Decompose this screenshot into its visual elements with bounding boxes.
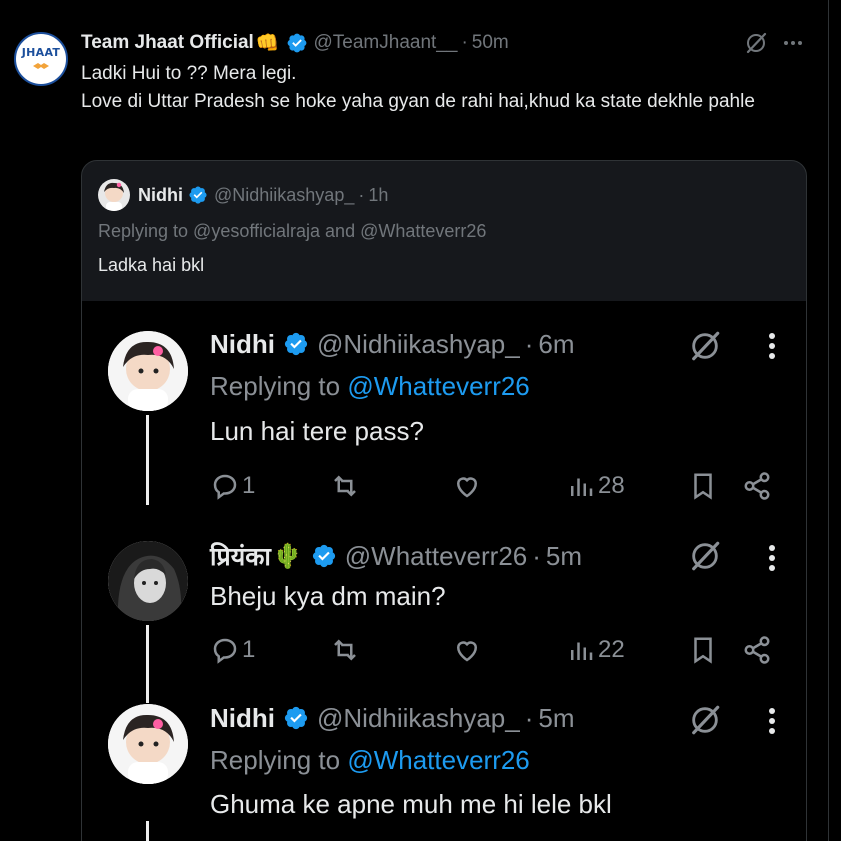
separator-dot: ·: [524, 328, 534, 359]
author-name: Nidhi: [210, 328, 275, 359]
replying-to: Replying to @Whatteverr26: [210, 371, 530, 402]
attached-screenshot[interactable]: Nidhi @Nidhiikashyap_ · 6m Replying to @…: [82, 301, 806, 841]
views-count: 28: [598, 472, 625, 499]
author-handle: @Nidhiikashyap_: [317, 328, 520, 359]
views-icon: [571, 642, 593, 660]
verified-badge-icon: [284, 706, 308, 730]
avatar: [98, 179, 130, 211]
tweet-text: Ghuma ke apne muh me hi lele bkl: [210, 789, 612, 819]
share-icon: [744, 472, 770, 500]
author-handle: @Nidhiikashyap_: [317, 702, 520, 733]
avatar: [108, 331, 188, 411]
thread-line: [146, 625, 149, 703]
share-action: [742, 633, 772, 667]
reply-icon: [213, 638, 237, 664]
separator-dot: ·: [532, 540, 541, 571]
timestamp[interactable]: 50m: [472, 32, 509, 54]
grok-icon[interactable]: [744, 31, 768, 55]
tweet-header: Nidhi @Nidhiikashyap_ · 6m: [210, 327, 575, 361]
tweet-header: Nidhi @Nidhiikashyap_ · 5m: [210, 701, 575, 735]
handshake-icon: [33, 63, 49, 69]
verified-badge-icon: [189, 186, 207, 204]
views-icon: [571, 478, 593, 496]
timestamp: 5m: [538, 702, 575, 733]
tweet-text: Bheju kya dm main?: [210, 581, 446, 611]
verified-badge-icon: [287, 33, 306, 53]
action-bar: 1 22: [210, 633, 770, 667]
views-action: 28: [566, 469, 625, 503]
replying-prefix: Replying to: [210, 371, 348, 401]
separator-dot: ·: [524, 702, 534, 733]
repost-icon: [334, 639, 356, 661]
share-action: [742, 469, 772, 503]
replying-prefix: Replying to: [210, 745, 348, 775]
repost-action: [330, 633, 360, 667]
verified-badge-icon: [312, 544, 335, 568]
replying-to: Replying to @Whatteverr26: [210, 745, 530, 776]
verified-badge-icon: [284, 332, 308, 356]
author-handle[interactable]: @TeamJhaant__: [314, 32, 458, 54]
more-options-icon: [769, 708, 775, 734]
reply-icon: [213, 474, 237, 500]
views-count: 22: [598, 636, 625, 663]
tweet-header: Team Jhaat Official 👊 @TeamJhaant__ · 50…: [81, 30, 509, 56]
reply-action: 1: [210, 469, 255, 503]
like-action: [452, 633, 482, 667]
avatar: [108, 541, 188, 621]
separator-dot: ·: [461, 32, 468, 53]
quoted-tweet-card[interactable]: Nidhi @Nidhiikashyap_ · 1h Replying to @…: [81, 160, 807, 841]
author-name[interactable]: Team Jhaat Official: [81, 32, 254, 54]
like-action: [452, 469, 482, 503]
thread-line: [146, 415, 149, 505]
tweet-text-line: Love di Uttar Pradesh se hoke yaha gyan …: [81, 91, 755, 112]
repost-icon: [334, 475, 356, 497]
timestamp: 1h: [368, 184, 389, 205]
bookmark-action: [688, 469, 718, 503]
bookmark-icon: [694, 637, 712, 664]
author-handle: @Whatteverr26: [344, 540, 528, 571]
repost-action: [330, 469, 360, 503]
replying-to: Replying to @yesofficialraja and @Whatte…: [98, 221, 487, 241]
timestamp: 6m: [538, 328, 575, 359]
quoted-tweet-text: Ladka hai bkl: [98, 255, 205, 275]
author-handle[interactable]: @Nidhiikashyap_: [214, 185, 354, 206]
tweet-text: Lun hai tere pass?: [210, 416, 424, 446]
author-name: Nidhi: [210, 702, 275, 733]
column-divider: [828, 0, 829, 841]
reply-count: 1: [242, 636, 256, 663]
author-name: प्रियंका: [210, 542, 271, 571]
avatar-logo-text: JHAAT: [21, 46, 61, 59]
share-icon: [744, 636, 770, 664]
reply-action: 1: [210, 633, 255, 667]
avatar: [108, 704, 188, 784]
bookmark-icon: [694, 473, 712, 500]
cactus-emoji: 🌵: [272, 542, 303, 570]
mention-link: @Whatteverr26: [347, 745, 530, 775]
timestamp: 5m: [545, 540, 583, 571]
heart-icon: [456, 477, 478, 498]
tweet-header: प्रियंका 🌵 @Whatteverr26 · 5m: [210, 539, 582, 573]
fist-emoji: 👊: [255, 33, 280, 54]
avatar[interactable]: JHAAT: [14, 32, 68, 86]
reply-count: 1: [242, 472, 256, 499]
tweet-text: Ladki Hui to ?? Mera legi. Love di Uttar…: [81, 60, 801, 116]
more-options-icon: [769, 545, 775, 571]
action-bar: 1 28: [210, 469, 770, 503]
bookmark-action: [688, 633, 718, 667]
tweet-text-line: Ladki Hui to ?? Mera legi.: [81, 63, 297, 84]
heart-icon: [456, 641, 478, 662]
author-name[interactable]: Nidhi: [138, 185, 183, 206]
grok-icon: [692, 331, 720, 361]
mention-link: @Whatteverr26: [347, 371, 530, 401]
quoted-tweet-header: Nidhi @Nidhiikashyap_ · 1h: [98, 179, 388, 211]
separator-dot: ·: [358, 184, 365, 205]
thread-line: [146, 821, 149, 841]
views-action: 22: [566, 633, 625, 667]
more-options-icon: [769, 333, 775, 359]
more-options-icon[interactable]: [782, 32, 804, 54]
grok-icon: [692, 705, 720, 735]
grok-icon: [692, 541, 720, 571]
